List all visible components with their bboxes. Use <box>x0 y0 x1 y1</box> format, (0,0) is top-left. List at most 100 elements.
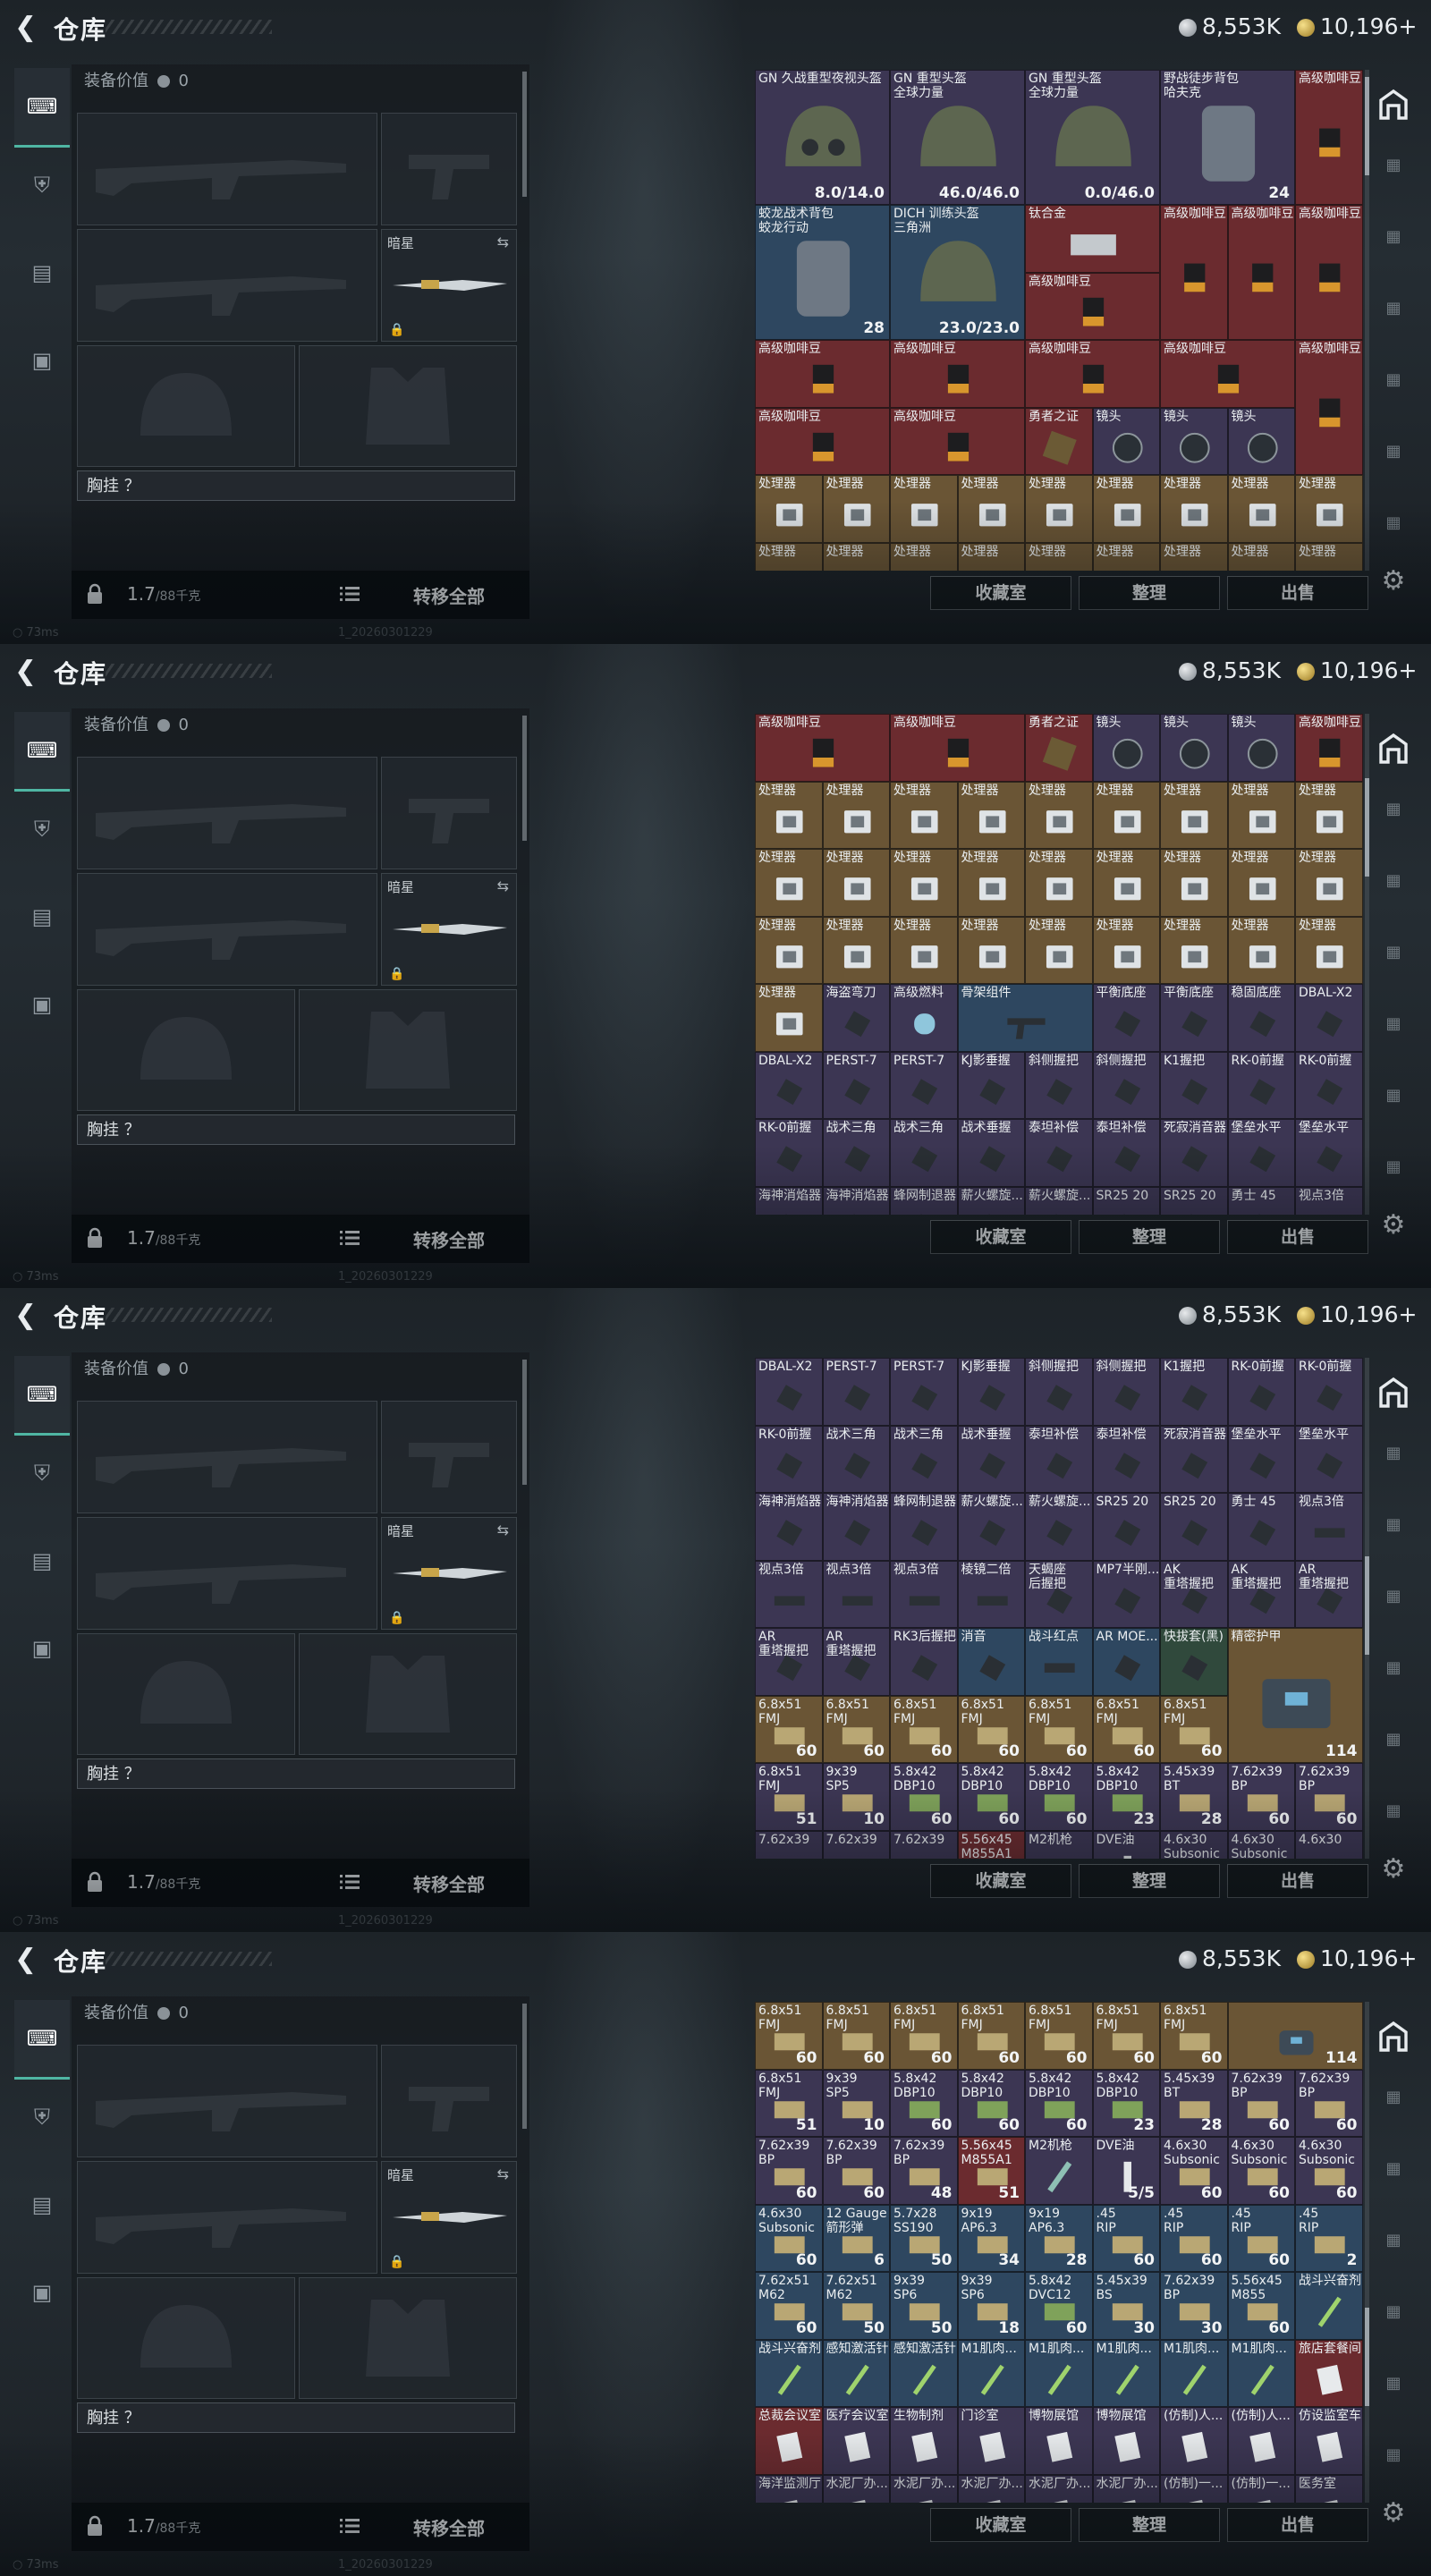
inventory-item[interactable]: M2机枪 <box>1025 1830 1093 1859</box>
inventory-item[interactable]: RK-0前握 <box>1295 1051 1363 1119</box>
inventory-item[interactable]: 高级咖啡豆 <box>1295 714 1363 782</box>
lock-icon[interactable] <box>86 583 104 605</box>
inventory-item[interactable]: .45 RIP 60 <box>1160 2204 1228 2272</box>
inventory-item[interactable]: 114 <box>1227 2002 1363 2070</box>
silver-currency[interactable]: 8,553K <box>1179 1301 1281 1329</box>
gold-currency[interactable]: 10,196+ <box>1297 13 1417 41</box>
chest-rig-slot[interactable]: 胸挂 ？ <box>77 1114 515 1145</box>
inventory-item[interactable]: 战斗兴奋剂 <box>1295 2272 1363 2340</box>
inventory-item[interactable]: 战术垂握 <box>957 1425 1025 1493</box>
inventory-item[interactable]: 高级咖啡豆 <box>1227 205 1295 340</box>
sort-button[interactable]: 整理 <box>1079 576 1220 610</box>
inventory-item[interactable]: 5.8x42 DBP10 23 <box>1092 1763 1160 1831</box>
inventory-item[interactable]: 处理器 <box>755 781 823 849</box>
inventory-item[interactable]: 处理器 <box>1025 849 1093 917</box>
inventory-item[interactable]: 镜头 <box>1227 714 1295 782</box>
inventory-item[interactable]: 高级咖啡豆 <box>890 407 1025 475</box>
inventory-item[interactable]: 处理器 <box>1227 542 1295 571</box>
inventory-item[interactable]: 7.62x39 BP 30 <box>1160 2272 1228 2340</box>
inventory-item[interactable]: M1肌肉... <box>1092 2339 1160 2407</box>
inventory-item[interactable]: 4.6x30 Subsonic <box>1160 1830 1228 1859</box>
inventory-item[interactable]: RK-0前握 <box>1227 1358 1295 1426</box>
inventory-item[interactable]: 5.45x39 BS 30 <box>1092 2272 1160 2340</box>
helmet-slot[interactable] <box>77 2277 295 2399</box>
inventory-item[interactable]: RK3后握把 <box>890 1628 958 1696</box>
silver-currency[interactable]: 8,553K <box>1179 1945 1281 1973</box>
inventory-item[interactable]: AK 重塔握把 <box>1227 1560 1295 1628</box>
inventory-item[interactable]: 处理器 <box>890 542 958 571</box>
inventory-item[interactable]: 7.62x39 BP 60 <box>755 2137 823 2205</box>
inventory-item[interactable]: 4.6x30 Subsonic 60 <box>1227 2137 1295 2205</box>
inventory-item[interactable]: 6.8x51 FMJ 60 <box>822 1695 890 1763</box>
rail-slot-3-icon[interactable]: ▦ <box>1379 1587 1408 1610</box>
inventory-item[interactable]: 7.62x39 <box>822 1830 890 1859</box>
sidearm-slot[interactable] <box>381 1401 517 1513</box>
loadout-scrollbar[interactable] <box>522 1360 527 1485</box>
inventory-item[interactable]: RK-0前握 <box>1295 1358 1363 1426</box>
inventory-item[interactable]: DVE油 <box>1092 1830 1160 1859</box>
inventory-item[interactable]: KJ影垂握 <box>957 1051 1025 1119</box>
warehouse-grid[interactable]: 6.8x51 FMJ 60 6.8x51 FMJ 60 6.8x51 FMJ 60 6.8x… <box>755 2002 1363 2503</box>
rail-slot-3-icon[interactable]: ▦ <box>1379 299 1408 322</box>
inventory-item[interactable]: 战术三角 <box>822 1425 890 1493</box>
inventory-item[interactable]: 感知激活针 <box>890 2339 958 2407</box>
inventory-item[interactable]: M2机枪 <box>1025 2137 1093 2205</box>
inventory-item[interactable]: 泰坦补偿 <box>1025 1119 1093 1187</box>
inventory-item[interactable]: 堡垒水平 <box>1295 1119 1363 1187</box>
rail-slot-6-icon[interactable]: ▦ <box>1379 1157 1408 1181</box>
inventory-item[interactable]: 高级咖啡豆 <box>755 714 890 782</box>
inventory-item[interactable]: 处理器 <box>1227 475 1295 543</box>
inventory-item[interactable]: .45 RIP 60 <box>1092 2204 1160 2272</box>
inventory-item[interactable]: 处理器 <box>1295 542 1363 571</box>
inventory-item[interactable]: 4.6x30 Subsonic 60 <box>1295 2137 1363 2205</box>
inventory-item[interactable]: 9x19 AP6.3 34 <box>957 2204 1025 2272</box>
gold-add-button[interactable]: + <box>1398 1301 1417 1327</box>
rail-slot-5-icon[interactable]: ▦ <box>1379 1730 1408 1753</box>
list-icon[interactable] <box>340 2517 360 2535</box>
inventory-item[interactable]: AR 重塔握把 <box>822 1628 890 1696</box>
inventory-item[interactable]: 海神消焰器 <box>755 1186 823 1215</box>
inventory-item[interactable]: DBAL-X2 <box>755 1051 823 1119</box>
transfer-all-button[interactable]: 转移全部 <box>413 1870 485 1896</box>
inventory-item[interactable]: 处理器 <box>755 849 823 917</box>
inventory-item[interactable]: 处理器 <box>755 984 823 1052</box>
warehouse-scroll-thumb[interactable] <box>1365 778 1369 877</box>
inventory-item[interactable]: AR 重塔握把 <box>1295 1560 1363 1628</box>
inventory-item[interactable]: 7.62x39 BP 60 <box>1227 2069 1295 2137</box>
inventory-item[interactable]: 处理器 <box>1295 916 1363 984</box>
sell-button[interactable]: 出售 <box>1227 1220 1368 1254</box>
rail-slot-1-icon[interactable]: ▦ <box>1379 2088 1408 2111</box>
inventory-item[interactable]: 6.8x51 FMJ 60 <box>1025 1695 1093 1763</box>
sidearm-slot[interactable] <box>381 113 517 225</box>
inventory-item[interactable]: 7.62x39 BP 48 <box>890 2137 958 2205</box>
inventory-item[interactable]: 镜头 <box>1227 407 1295 475</box>
inventory-item[interactable]: 堡垒水平 <box>1227 1119 1295 1187</box>
nav-weapon-tab[interactable]: ⌨ <box>14 2000 70 2080</box>
inventory-item[interactable]: GN 重型头盔 全球力量 0.0/46.0 <box>1025 70 1160 205</box>
melee-slot[interactable]: 暗星 ⇆ 🔒 <box>381 229 517 342</box>
inventory-item[interactable]: 水泥厂办... <box>822 2474 890 2503</box>
list-icon[interactable] <box>340 585 360 603</box>
rail-slot-5-icon[interactable]: ▦ <box>1379 2374 1408 2397</box>
inventory-item[interactable]: 处理器 <box>1160 916 1228 984</box>
inventory-item[interactable]: 6.8x51 FMJ 60 <box>890 1695 958 1763</box>
inventory-item[interactable]: M1肌肉... <box>957 2339 1025 2407</box>
inventory-item[interactable]: 5.8x42 DBP10 23 <box>1092 2069 1160 2137</box>
inventory-item[interactable]: 门诊室 <box>957 2407 1025 2475</box>
inventory-item[interactable]: 6.8x51 FMJ 60 <box>890 2002 958 2070</box>
inventory-item[interactable]: 野战徒步背包 哈夫克 24 <box>1160 70 1295 205</box>
inventory-item[interactable]: 5.56x45 M855A1 <box>957 1830 1025 1859</box>
inventory-item[interactable]: 海神消焰器 <box>822 1186 890 1215</box>
inventory-item[interactable]: 处理器 <box>890 849 958 917</box>
inventory-item[interactable]: 处理器 <box>822 475 890 543</box>
inventory-item[interactable]: 9x39 SP5 10 <box>822 2069 890 2137</box>
secondary-weapon-slot[interactable] <box>77 229 377 342</box>
inventory-item[interactable]: MP7半刚... <box>1092 1560 1160 1628</box>
inventory-item[interactable]: 处理器 <box>1295 475 1363 543</box>
sell-button[interactable]: 出售 <box>1227 576 1368 610</box>
inventory-item[interactable]: 视点3倍 <box>1295 1493 1363 1561</box>
inventory-item[interactable]: (仿制)一... <box>1160 2474 1228 2503</box>
back-arrow-icon[interactable]: ❮ <box>14 1946 39 1973</box>
lock-icon[interactable] <box>86 1871 104 1893</box>
inventory-item[interactable]: 海盗弯刀 <box>822 984 890 1052</box>
